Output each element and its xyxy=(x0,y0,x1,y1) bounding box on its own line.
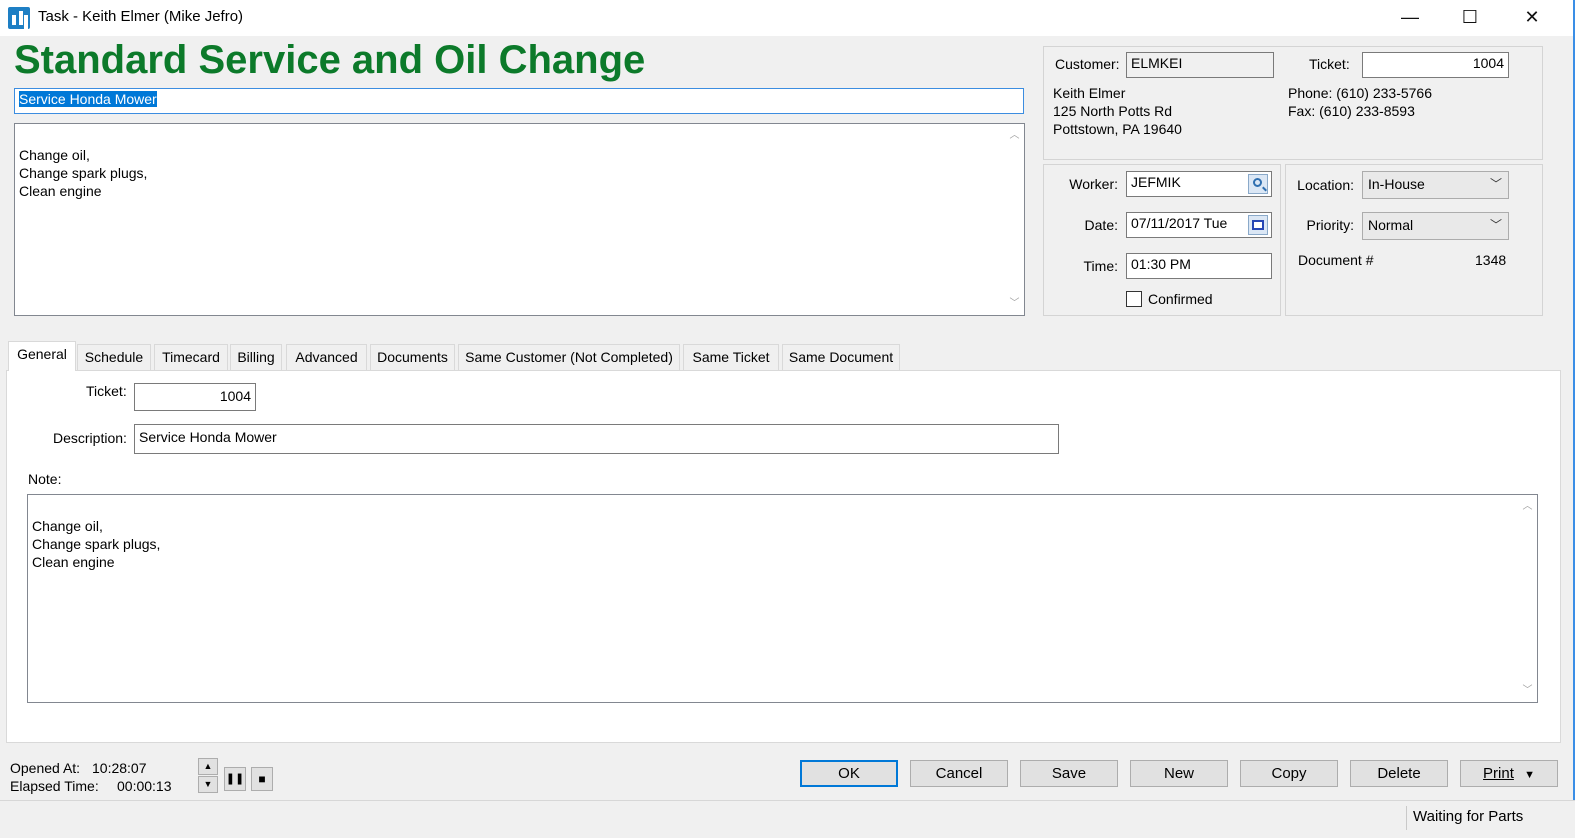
customer-code-field[interactable]: ELMKEI xyxy=(1126,52,1274,78)
tab-documents[interactable]: Documents xyxy=(370,344,455,370)
general-note-label: Note: xyxy=(28,471,62,487)
stop-icon: ■ xyxy=(258,772,266,786)
location-value: In-House xyxy=(1368,176,1425,192)
priority-select[interactable]: Normal ﹀ xyxy=(1362,212,1509,240)
time-label: Time: xyxy=(1083,258,1118,274)
worker-lookup-button[interactable] xyxy=(1248,174,1268,194)
ticket-field[interactable]: 1004 xyxy=(1362,52,1509,78)
chevron-down-icon: ﹀ xyxy=(1489,218,1502,232)
location-select[interactable]: In-House ﹀ xyxy=(1362,171,1509,199)
print-label: Print xyxy=(1483,765,1514,782)
time-up-button[interactable]: ▲ xyxy=(198,758,218,775)
general-note-text: Change oil, Change spark plugs, Clean en… xyxy=(32,518,161,570)
save-button[interactable]: Save xyxy=(1020,760,1118,787)
print-button[interactable]: Print ▼ xyxy=(1460,760,1558,787)
maximize-button[interactable]: ☐ xyxy=(1440,0,1500,34)
confirmed-checkbox[interactable] xyxy=(1126,291,1142,307)
worker-label: Worker: xyxy=(1069,176,1118,192)
scroll-up-icon[interactable]: ︿ xyxy=(1519,498,1536,515)
document-number: 1348 xyxy=(1475,252,1507,268)
customer-name: Keith Elmer xyxy=(1053,85,1126,101)
time-field[interactable]: 01:30 PM xyxy=(1126,253,1272,279)
note-scrollbar[interactable]: ︿ ﹀ xyxy=(1006,125,1023,314)
date-value: 07/11/2017 Tue xyxy=(1131,215,1228,231)
calendar-icon xyxy=(1252,220,1264,230)
general-ticket-label: Ticket: xyxy=(86,383,127,399)
date-picker-button[interactable] xyxy=(1248,215,1268,235)
elapsed-time-label: Elapsed Time: xyxy=(10,778,99,794)
ok-button[interactable]: OK xyxy=(800,760,898,787)
copy-button[interactable]: Copy xyxy=(1240,760,1338,787)
task-title: Standard Service and Oil Change xyxy=(14,38,646,82)
elapsed-time-value: 00:00:13 xyxy=(117,778,172,794)
scroll-down-icon[interactable]: ﹀ xyxy=(1006,295,1023,312)
tab-advanced[interactable]: Advanced xyxy=(286,344,367,370)
tab-same-document[interactable]: Same Document xyxy=(782,344,900,370)
general-description-label: Description: xyxy=(53,430,127,446)
window-title: Task - Keith Elmer (Mike Jefro) xyxy=(38,8,244,25)
date-label: Date: xyxy=(1084,217,1118,233)
general-ticket-field[interactable]: 1004 xyxy=(134,383,256,411)
chevron-down-icon: ﹀ xyxy=(1489,177,1502,191)
pause-button[interactable]: ❚❚ xyxy=(224,767,246,791)
tab-schedule[interactable]: Schedule xyxy=(77,344,151,370)
arrow-up-icon: ▲ xyxy=(203,761,213,771)
status-bar xyxy=(0,800,1575,838)
arrow-down-icon: ▼ xyxy=(203,779,213,789)
scroll-down-icon[interactable]: ﹀ xyxy=(1519,682,1536,699)
tab-general[interactable]: General xyxy=(8,341,76,371)
customer-phone: Phone: (610) 233-5766 xyxy=(1288,85,1432,101)
priority-value: Normal xyxy=(1368,217,1414,233)
general-note-scrollbar[interactable]: ︿ ﹀ xyxy=(1519,496,1536,701)
tab-same-ticket[interactable]: Same Ticket xyxy=(683,344,779,370)
minimize-button[interactable]: — xyxy=(1380,0,1440,34)
dropdown-arrow-icon: ▼ xyxy=(1524,769,1535,781)
new-button[interactable]: New xyxy=(1130,760,1228,787)
task-note-text: Change oil, Change spark plugs, Clean en… xyxy=(19,147,148,199)
customer-address-line2: Pottstown, PA 19640 xyxy=(1053,121,1182,137)
ticket-label: Ticket: xyxy=(1309,56,1350,72)
document-label: Document # xyxy=(1298,252,1374,268)
close-button[interactable]: ✕ xyxy=(1502,0,1562,34)
task-note-textarea[interactable]: Change oil, Change spark plugs, Clean en… xyxy=(14,123,1025,316)
tab-same-customer[interactable]: Same Customer (Not Completed) xyxy=(458,344,680,370)
status-text: Waiting for Parts xyxy=(1406,806,1540,830)
search-icon xyxy=(1253,178,1262,187)
stop-button[interactable]: ■ xyxy=(251,767,273,791)
description-selected-text: Service Honda Mower xyxy=(19,91,157,107)
tab-billing[interactable]: Billing xyxy=(230,344,282,370)
opened-at-label: Opened At: xyxy=(10,760,81,776)
customer-address-line1: 125 North Potts Rd xyxy=(1053,103,1173,119)
pause-icon: ❚❚ xyxy=(225,773,245,785)
confirmed-label: Confirmed xyxy=(1148,291,1213,307)
tab-timecard[interactable]: Timecard xyxy=(154,344,228,370)
task-description-input[interactable]: Service Honda Mower xyxy=(14,88,1024,114)
priority-label: Priority: xyxy=(1306,217,1354,233)
cancel-button[interactable]: Cancel xyxy=(910,760,1008,787)
scroll-up-icon[interactable]: ︿ xyxy=(1006,127,1023,144)
app-icon xyxy=(8,7,30,29)
location-label: Location: xyxy=(1297,177,1354,193)
title-bar: Task - Keith Elmer (Mike Jefro) — ☐ ✕ xyxy=(0,0,1575,36)
customer-fax: Fax: (610) 233-8593 xyxy=(1288,103,1415,119)
general-note-textarea[interactable]: Change oil, Change spark plugs, Clean en… xyxy=(27,494,1538,703)
general-description-field[interactable]: Service Honda Mower xyxy=(134,424,1059,454)
opened-at-value: 10:28:07 xyxy=(92,760,147,776)
time-down-button[interactable]: ▼ xyxy=(198,776,218,793)
delete-button[interactable]: Delete xyxy=(1350,760,1448,787)
customer-label: Customer: xyxy=(1055,56,1120,72)
worker-value: JEFMIK xyxy=(1131,174,1181,190)
